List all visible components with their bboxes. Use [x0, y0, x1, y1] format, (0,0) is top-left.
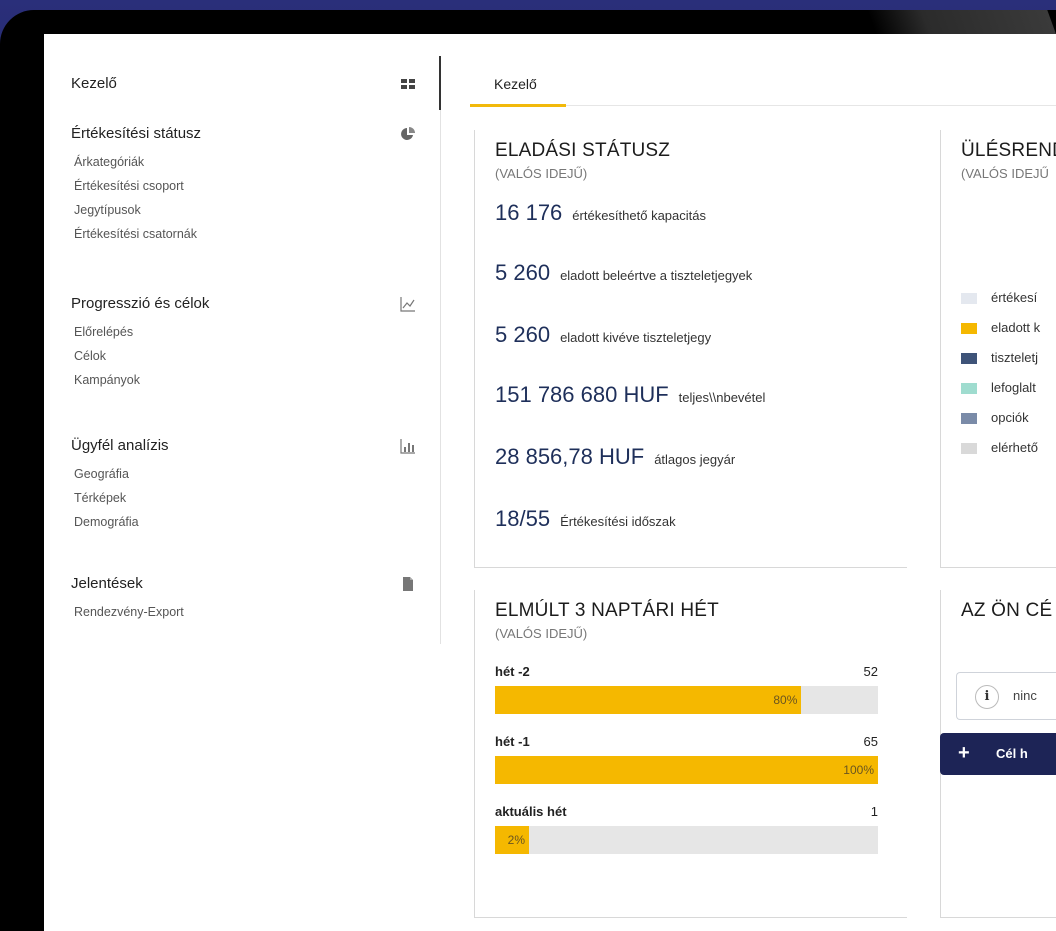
sidebar-item-event-export[interactable]: Rendezvény-Export	[71, 600, 416, 624]
sidebar-item-demography[interactable]: Demográfia	[71, 510, 416, 534]
sidebar-item-geography[interactable]: Geográfia	[71, 462, 416, 486]
sidebar-item-goals[interactable]: Célok	[71, 344, 416, 368]
progress-fill: 100%	[495, 756, 878, 784]
stat-label: teljes\\nbevétel	[678, 390, 766, 405]
stat-avg-price: 28 856,78 HUF átlagos jegyár	[495, 444, 735, 472]
card-subtitle: (VALÓS IDEJŰ)	[495, 626, 588, 641]
progress-track: 2%	[495, 826, 878, 854]
sidebar-section-title[interactable]: Progresszió és célok	[71, 294, 416, 314]
stat-sales-period: 18/55 Értékesítési időszak	[495, 506, 676, 534]
pie-chart-icon[interactable]	[400, 126, 416, 142]
tab-dashboard[interactable]: Kezelő	[470, 62, 566, 107]
sidebar-item-sales-group[interactable]: Értékesítési csoport	[71, 174, 416, 198]
line-chart-icon[interactable]	[400, 296, 416, 312]
legend-label: opciók	[991, 410, 1029, 425]
bar-chart-icon[interactable]	[400, 438, 416, 454]
stat-value: 28 856,78 HUF	[495, 444, 645, 469]
sidebar-section-progress: Progresszió és célok Előrelépés Célok Ka…	[71, 294, 416, 392]
legend-label: elérhető	[991, 440, 1038, 455]
tab-bar: Kezelő	[470, 62, 1056, 107]
info-icon: i	[975, 685, 999, 709]
sidebar-section-dashboard[interactable]: Kezelő	[71, 74, 416, 94]
stat-value: 151 786 680 HUF	[495, 382, 669, 407]
sidebar-section-title[interactable]: Kezelő	[71, 74, 416, 94]
stat-value: 5 260	[495, 322, 551, 347]
sidebar-item-campaigns[interactable]: Kampányok	[71, 368, 416, 392]
progress-track: 80%	[495, 686, 878, 714]
sidebar-section-title[interactable]: Értékesítési státusz	[71, 124, 416, 144]
sidebar-item-price-categories[interactable]: Árkategóriák	[71, 150, 416, 174]
card-title: AZ ÖN CÉ	[961, 600, 1053, 621]
dashboard-grid-icon[interactable]	[400, 76, 416, 92]
sidebar-divider	[440, 110, 441, 644]
card-title: ELMÚLT 3 NAPTÁRI HÉT	[495, 600, 719, 621]
card-title: ÜLÉSREND	[961, 140, 1056, 161]
legend-swatch	[961, 413, 977, 424]
stat-value: 16 176	[495, 200, 563, 225]
stat-sold-excl: 5 260 eladott kivéve tiszteletjegy	[495, 322, 711, 350]
sidebar: Kezelő Értékesítési státusz Árkategóriák…	[44, 34, 440, 644]
sidebar-section-reports: Jelentések Rendezvény-Export	[71, 574, 416, 624]
sidebar-section-sales-status: Értékesítési státusz Árkategóriák Értéke…	[71, 124, 416, 246]
legend-label: tiszteletj	[991, 350, 1038, 365]
plus-icon: +	[958, 742, 970, 764]
card-subtitle: (VALÓS IDEJŰ)	[495, 166, 588, 181]
app-screen: Kezelő Értékesítési státusz Árkategóriák…	[44, 34, 1056, 931]
sidebar-section-title[interactable]: Jelentések	[71, 574, 416, 594]
progress-percent: 80%	[773, 693, 798, 707]
sidebar-item-sales-channels[interactable]: Értékesítési csatornák	[71, 222, 416, 246]
progress-fill: 80%	[495, 686, 802, 714]
stat-sold-incl: 5 260 eladott beleértve a tiszteletjegyek	[495, 260, 752, 288]
tab-label: Kezelő	[494, 76, 537, 92]
week-label: hét -2	[495, 664, 530, 679]
sidebar-active-indicator	[439, 56, 441, 110]
sales-status-card: ELADÁSI STÁTUSZ (VALÓS IDEJŰ) 16 176 érté…	[474, 130, 907, 568]
sidebar-item-progress[interactable]: Előrelépés	[71, 320, 416, 344]
add-goal-button[interactable]: + Cél h	[940, 733, 1056, 775]
stat-label: eladott kivéve tiszteletjegy	[560, 330, 712, 345]
progress-fill: 2%	[495, 826, 529, 854]
legend-swatch	[961, 383, 977, 394]
add-goal-label: Cél h	[996, 746, 1028, 761]
stat-revenue: 151 786 680 HUF teljes\\nbevétel	[495, 382, 765, 410]
stat-value: 5 260	[495, 260, 551, 285]
legend-swatch	[961, 293, 977, 304]
progress-track: 100%	[495, 756, 878, 784]
legend-swatch	[961, 353, 977, 364]
legend-label: lefoglalt	[991, 380, 1036, 395]
tab-active-underline	[470, 104, 566, 107]
sidebar-section-title[interactable]: Ügyfél analízis	[71, 436, 416, 456]
sidebar-item-ticket-types[interactable]: Jegytípusok	[71, 198, 416, 222]
week-count: 1	[870, 804, 878, 819]
week-count: 52	[863, 664, 878, 679]
sidebar-section-customer-analysis: Ügyfél analízis Geográfia Térképek Demog…	[71, 436, 416, 534]
stat-label: Értékesítési időszak	[560, 514, 676, 529]
info-text: ninc	[1013, 688, 1037, 703]
week-label: aktuális hét	[495, 804, 567, 819]
last-weeks-card: ELMÚLT 3 NAPTÁRI HÉT (VALÓS IDEJŰ) hét -…	[474, 590, 907, 918]
week-count: 65	[863, 734, 878, 749]
document-icon[interactable]	[400, 576, 416, 592]
stat-value: 18/55	[495, 506, 551, 531]
legend-swatch	[961, 323, 977, 334]
legend-label: eladott k	[991, 320, 1041, 335]
stat-label: értékesíthető kapacitás	[572, 208, 706, 223]
week-label: hét -1	[495, 734, 530, 749]
stat-capacity: 16 176 értékesíthető kapacitás	[495, 200, 706, 228]
progress-percent: 100%	[843, 763, 874, 777]
device-glare	[867, 10, 1056, 34]
stat-label: eladott beleértve a tiszteletjegyek	[560, 268, 753, 283]
sidebar-item-maps[interactable]: Térképek	[71, 486, 416, 510]
seating-card: ÜLÉSREND (VALÓS IDEJŰ értékesí eladott k…	[940, 130, 1056, 568]
progress-percent: 2%	[507, 833, 525, 847]
card-subtitle: (VALÓS IDEJŰ	[961, 166, 1049, 181]
stat-label: átlagos jegyár	[654, 452, 736, 467]
no-goals-info-box: i ninc	[956, 672, 1056, 720]
legend-swatch	[961, 443, 977, 454]
legend-label: értékesí	[991, 290, 1038, 305]
card-title: ELADÁSI STÁTUSZ	[495, 140, 671, 161]
